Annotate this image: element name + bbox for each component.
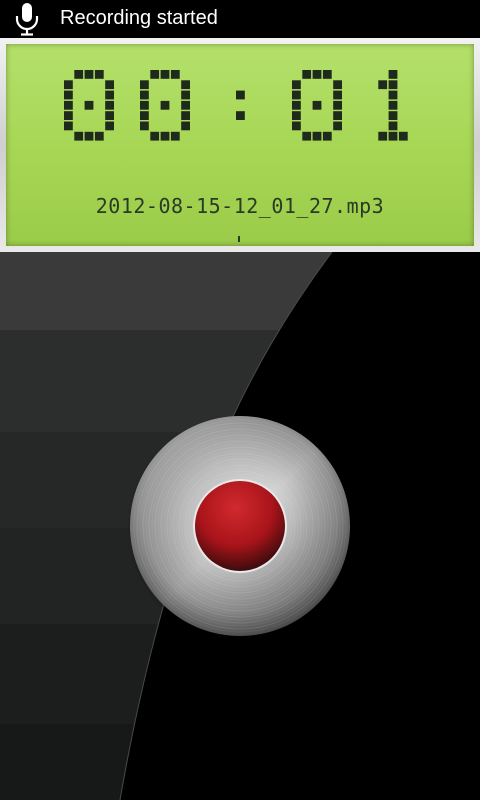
- lcd-pixel: [388, 131, 398, 141]
- lcd-pixel: [160, 70, 170, 79]
- lcd-pixel: [322, 131, 332, 141]
- lcd-pixel: [105, 80, 114, 90]
- lcd-pixel: [105, 100, 114, 110]
- lcd-pixel: [333, 90, 342, 100]
- lcd-pixel: [312, 131, 322, 141]
- lcd-pixel: [84, 131, 94, 141]
- lcd-pixel: [64, 111, 73, 120]
- lcd-pixel: [94, 131, 104, 141]
- lcd-pixel: [181, 90, 190, 100]
- lcd-pixel: [140, 100, 149, 110]
- lcd-pixel: [140, 80, 149, 90]
- lcd-pixel: [388, 80, 398, 90]
- lcd-panel: 00 : 01 2012-08-15-12_01_27.mp3: [0, 38, 480, 252]
- lcd-pixel: [312, 100, 322, 110]
- lcd-pixel: [388, 111, 398, 120]
- lcd-pixel: [333, 111, 342, 120]
- lcd-pixel: [333, 80, 342, 90]
- record-button[interactable]: [126, 414, 354, 642]
- lcd-pixel: [170, 131, 180, 141]
- lcd-pixel: [105, 121, 114, 131]
- lcd-pixel: [312, 70, 322, 79]
- lcd-pixel: [105, 90, 114, 100]
- lcd-pixel: [388, 100, 398, 110]
- lcd-pixel: [150, 131, 160, 141]
- lcd-screen: 00 : 01 2012-08-15-12_01_27.mp3: [6, 44, 474, 246]
- timer-digit: [64, 70, 114, 141]
- lcd-pixel: [140, 121, 149, 131]
- lcd-pixel: [302, 70, 312, 79]
- lcd-pixel: [94, 70, 104, 79]
- lcd-pixel: [150, 70, 160, 79]
- status-bar: Recording started: [0, 0, 480, 38]
- lcd-pixel: [181, 121, 190, 131]
- recorder-app: Recording started 00 : 01 2012-08-15-12_…: [0, 0, 480, 800]
- status-message: Recording started: [60, 7, 218, 29]
- lcd-pixel: [74, 131, 84, 141]
- timer-digit: [378, 70, 408, 141]
- lcd-pixel: [378, 80, 388, 90]
- lcd-pixel: [64, 80, 73, 90]
- record-area: [0, 252, 480, 800]
- lcd-pixel: [84, 70, 94, 79]
- lcd-pixel: [170, 70, 180, 79]
- lcd-pixel: [292, 100, 301, 110]
- lcd-pixel: [64, 121, 73, 131]
- lcd-pixel: [292, 121, 301, 131]
- lcd-pixel: [105, 111, 114, 120]
- level-marker: [238, 236, 240, 242]
- lcd-pixel: [388, 70, 398, 79]
- lcd-pixel: [64, 90, 73, 100]
- lcd-pixel: [292, 111, 301, 120]
- timer-digit: [140, 70, 190, 141]
- lcd-pixel: [181, 111, 190, 120]
- lcd-pixel: [84, 100, 94, 110]
- lcd-pixel: [333, 121, 342, 131]
- lcd-pixel: [333, 100, 342, 110]
- lcd-pixel: [160, 100, 170, 110]
- lcd-pixel: [398, 131, 408, 141]
- lcd-pixel: [181, 100, 190, 110]
- record-icon: [126, 414, 354, 642]
- lcd-pixel: [236, 111, 245, 120]
- lcd-pixel: [236, 90, 245, 100]
- lcd-pixel: [140, 90, 149, 100]
- lcd-pixel: [74, 70, 84, 79]
- timer-digit: [292, 70, 342, 141]
- lcd-pixel: [292, 90, 301, 100]
- lcd-pixel: [388, 90, 398, 100]
- lcd-pixel: [322, 70, 332, 79]
- lcd-pixel: [160, 131, 170, 141]
- recording-file-name: 2012-08-15-12_01_27.mp3: [95, 194, 385, 218]
- microphone-icon: [15, 3, 39, 36]
- lcd-pixel: [302, 131, 312, 141]
- lcd-pixel: [64, 100, 73, 110]
- lcd-pixel: [292, 80, 301, 90]
- lcd-pixel: [388, 121, 398, 131]
- lcd-pixel: [181, 80, 190, 90]
- timer-colon: [236, 90, 245, 120]
- lcd-pixel: [140, 111, 149, 120]
- lcd-pixel: [378, 131, 388, 141]
